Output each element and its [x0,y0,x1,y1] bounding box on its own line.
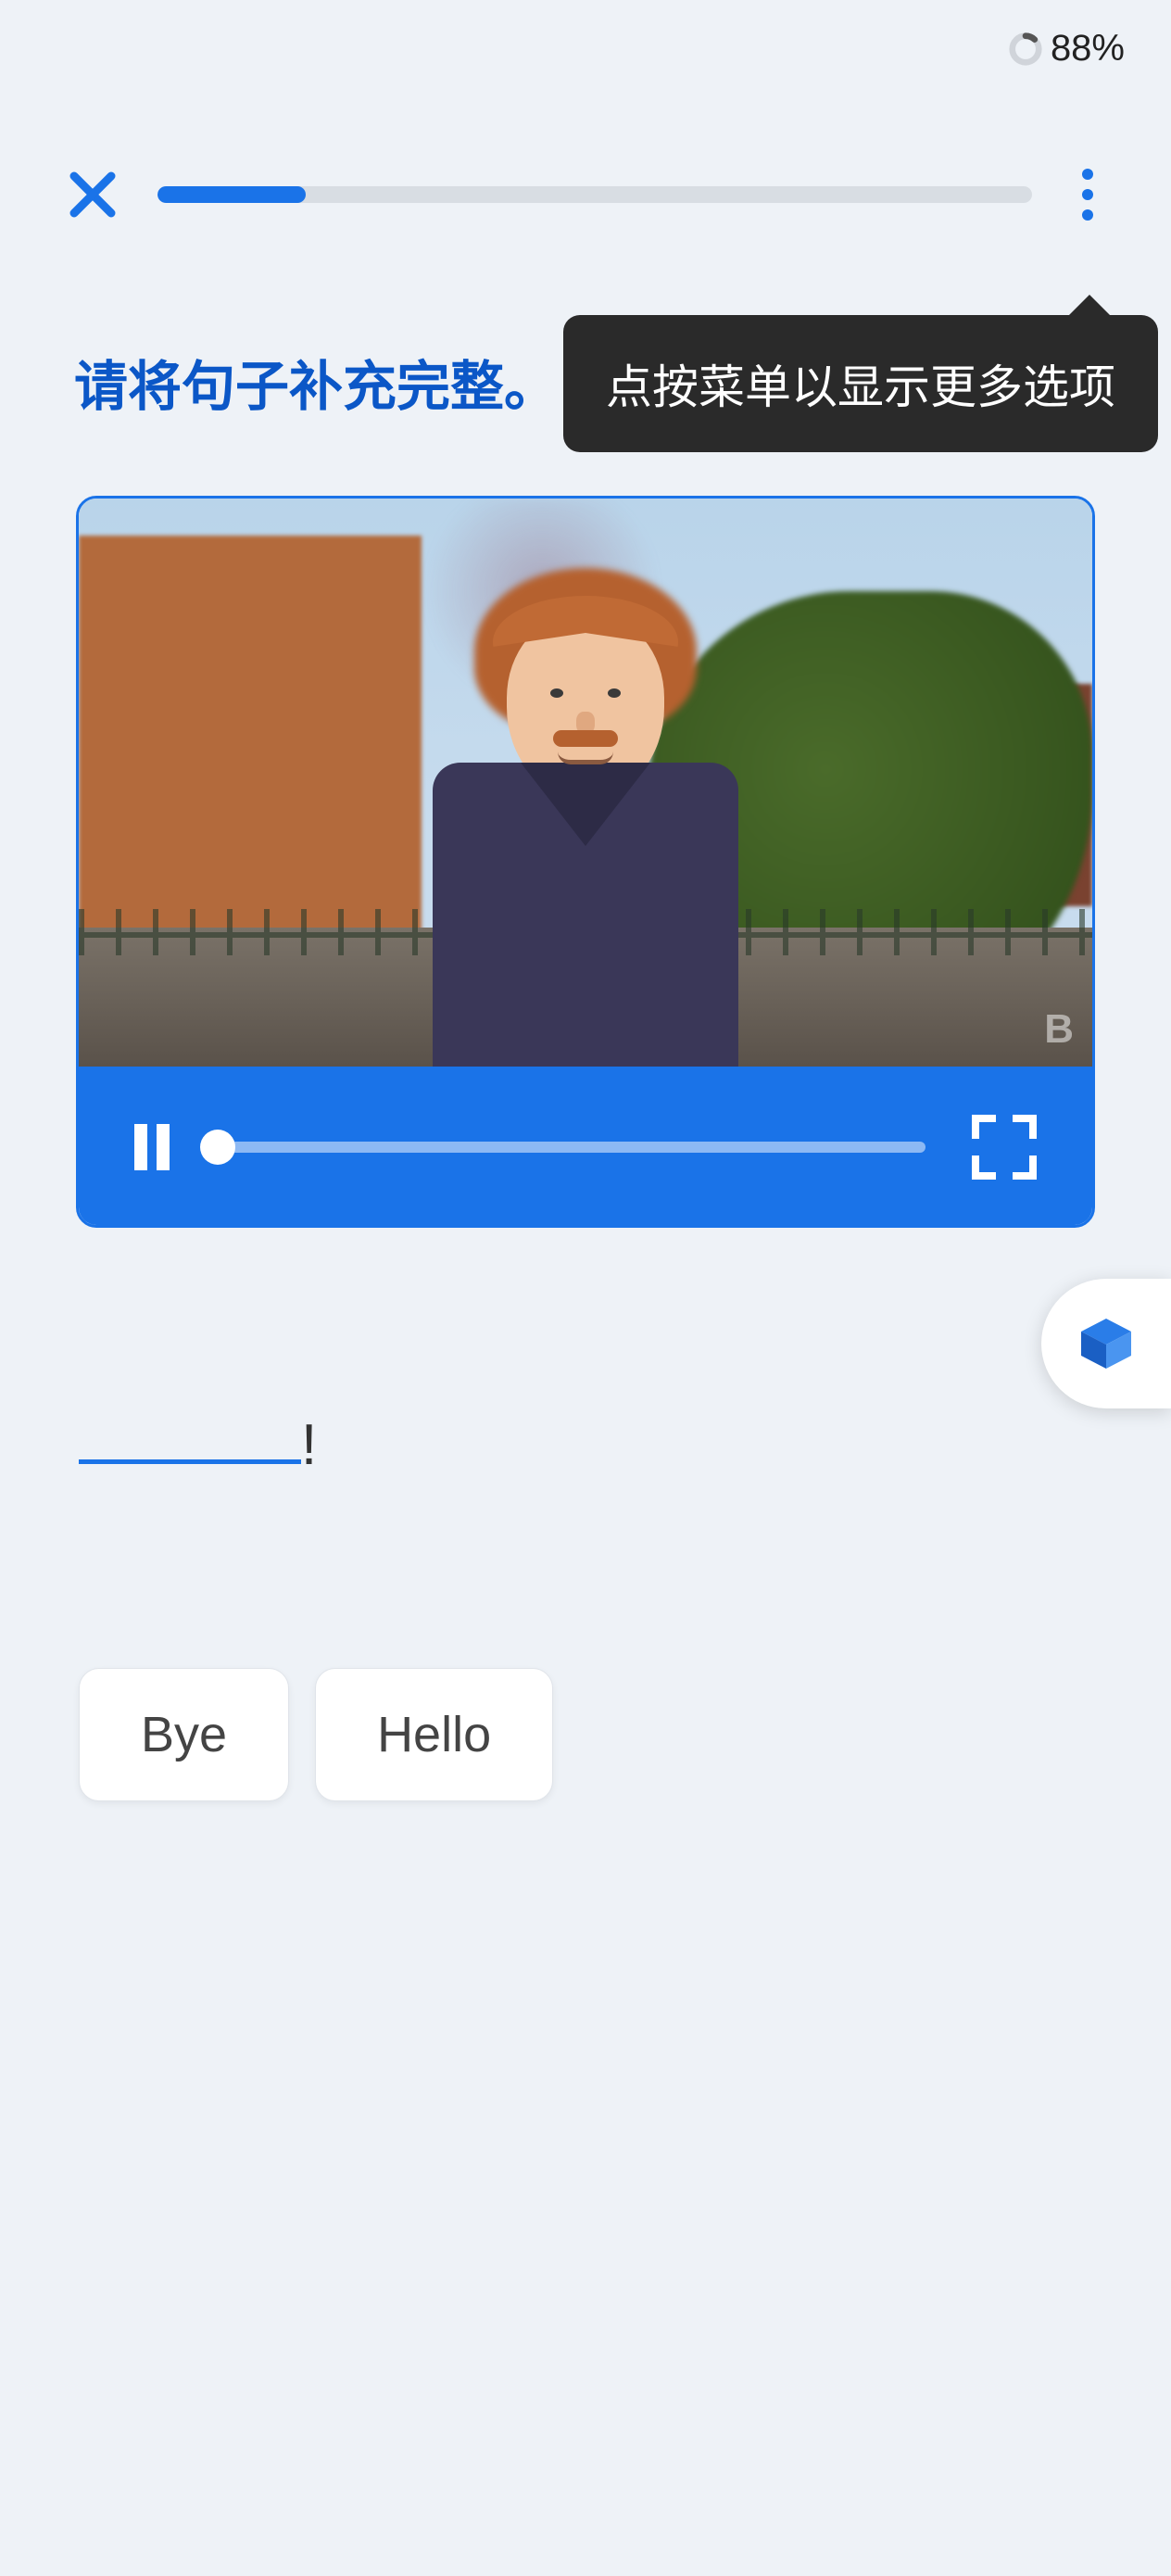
fullscreen-icon [972,1115,996,1139]
exercise-prompt: 请将句子补充完整。 [74,343,558,421]
choice-option[interactable]: Bye [79,1668,289,1801]
close-icon [69,171,116,218]
answer-blank[interactable] [79,1408,301,1464]
lesson-progress-fill [157,186,306,203]
battery-percent: 88% [1051,28,1125,69]
top-bar [65,167,1106,222]
sentence-suffix: ! [301,1412,317,1478]
close-button[interactable] [65,167,120,222]
choice-option[interactable]: Hello [315,1668,553,1801]
answer-choices: Bye Hello [79,1668,553,1801]
lesson-progress [157,186,1032,203]
seek-thumb[interactable] [200,1130,235,1165]
video-player: B [76,496,1095,1228]
floating-assistant-button[interactable] [1041,1279,1171,1408]
video-watermark: B [1044,1006,1074,1053]
fullscreen-button[interactable] [972,1115,1037,1180]
video-seek-bar[interactable] [218,1142,925,1153]
more-menu-button[interactable] [1069,167,1106,222]
fill-blank-sentence: ! [79,1408,317,1478]
video-controls [79,1067,1092,1228]
menu-tooltip: 点按菜单以显示更多选项 [563,315,1158,452]
battery-ring-icon [1008,32,1043,67]
more-icon [1082,169,1093,180]
cube-icon [1074,1311,1139,1376]
person-illustration [419,549,752,1067]
pause-button[interactable] [134,1124,171,1170]
status-bar: 88% [1008,28,1125,69]
pause-icon [134,1124,147,1170]
video-frame[interactable]: B [79,499,1092,1067]
